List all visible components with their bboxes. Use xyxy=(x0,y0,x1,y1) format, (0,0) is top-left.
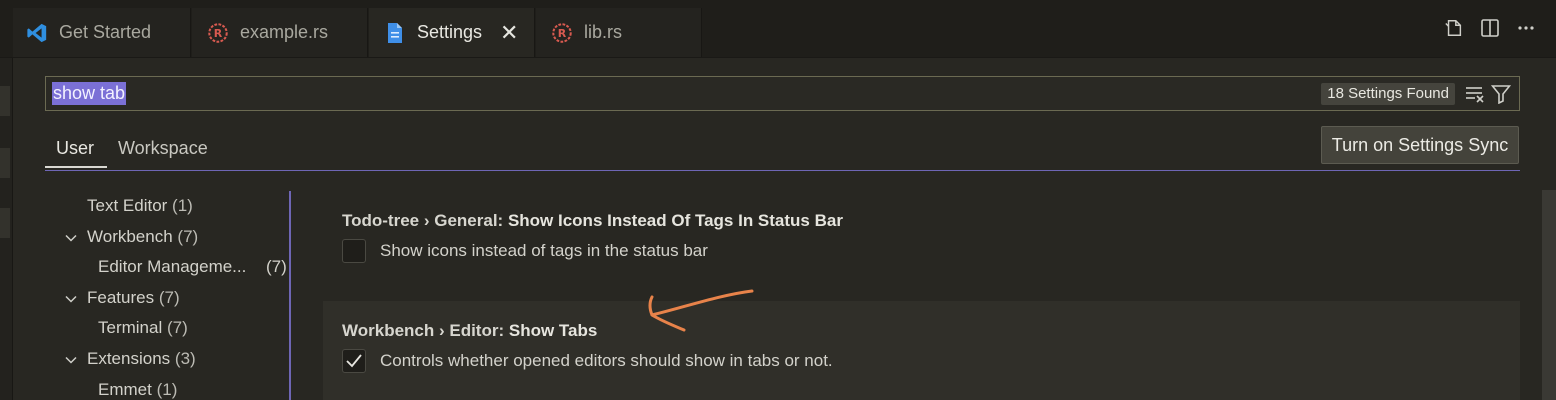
setting-description: Controls whether opened editors should s… xyxy=(380,351,833,370)
tab-lib-rs[interactable]: R lib.rs xyxy=(536,8,702,57)
tab-label: example.rs xyxy=(240,22,329,42)
chevron-down-icon[interactable] xyxy=(64,231,78,245)
checkmark-icon xyxy=(346,354,362,368)
toc-label: Text Editor xyxy=(87,196,168,215)
setting-category: Todo-tree › General: xyxy=(342,211,508,230)
turn-on-settings-sync-button[interactable]: Turn on Settings Sync xyxy=(1321,126,1519,164)
setting-description: Show icons instead of tags in the status… xyxy=(380,241,708,260)
toc-count: (7) xyxy=(166,318,188,337)
toc-item-extensions[interactable]: Extensions (3) xyxy=(87,349,196,369)
setting-category: Workbench › Editor: xyxy=(342,321,509,340)
toc-label: Features xyxy=(87,288,155,307)
toc-item-editor-management[interactable]: Editor Manageme... xyxy=(98,257,246,277)
tab-label: lib.rs xyxy=(584,22,623,42)
clear-filter-icon[interactable] xyxy=(1465,85,1485,108)
toc-count: (7) xyxy=(177,227,199,246)
annotation-arrow-icon xyxy=(648,289,754,332)
gutter-mark xyxy=(0,208,10,238)
toc-item-features[interactable]: Features (7) xyxy=(87,288,180,308)
setting-title-show-icons: Todo-tree › General: Show Icons Instead … xyxy=(342,211,843,231)
tab-workspace-settings[interactable]: Workspace xyxy=(118,138,208,159)
tab-label: Settings xyxy=(417,22,483,42)
vscode-logo-icon xyxy=(25,21,49,45)
toc-label: Extensions xyxy=(87,349,171,368)
results-count-badge: 18 Settings Found xyxy=(1321,83,1455,105)
toc-item-terminal[interactable]: Terminal (7) xyxy=(98,318,188,338)
setting-name: Show Icons Instead Of Tags In Status Bar xyxy=(507,211,843,230)
rust-file-icon: R xyxy=(206,21,230,45)
toc-item-emmet[interactable]: Emmet (1) xyxy=(98,380,177,400)
toc-count: (1) xyxy=(156,380,178,399)
editor-actions xyxy=(1444,18,1536,38)
show-icons-checkbox[interactable] xyxy=(342,239,366,263)
tab-label: Get Started xyxy=(59,22,152,42)
tab-settings[interactable]: Settings ✕ xyxy=(369,8,535,57)
svg-text:R: R xyxy=(214,27,223,40)
toc-label: Emmet xyxy=(98,380,152,399)
tab-example-rs[interactable]: R example.rs xyxy=(192,8,368,57)
settings-header-divider xyxy=(45,170,1520,171)
tab-get-started[interactable]: Get Started xyxy=(13,8,191,57)
filter-icon[interactable] xyxy=(1490,84,1512,109)
toc-item-workbench[interactable]: Workbench (7) xyxy=(87,227,198,247)
settings-file-icon xyxy=(383,21,407,45)
left-gutter xyxy=(0,0,13,400)
toc-label: Editor Manageme... xyxy=(98,257,247,276)
gutter-mark xyxy=(0,86,10,116)
more-actions-icon[interactable] xyxy=(1516,18,1536,38)
show-tabs-checkbox[interactable] xyxy=(342,349,366,373)
toc-item-text-editor[interactable]: Text Editor (1) xyxy=(87,196,193,216)
toc-count: (1) xyxy=(172,196,193,215)
chevron-down-icon[interactable] xyxy=(64,292,78,306)
toc-label: Terminal xyxy=(98,318,163,337)
tab-user-settings[interactable]: User xyxy=(56,138,94,159)
scrollbar[interactable] xyxy=(1542,190,1556,400)
active-scope-indicator xyxy=(45,166,107,168)
rust-file-icon: R xyxy=(550,21,574,45)
toc-count: (7) xyxy=(266,257,287,276)
search-query-text: show tab xyxy=(52,82,127,105)
settings-search-input[interactable]: show tab 18 Settings Found xyxy=(45,76,1520,111)
gutter-mark xyxy=(0,148,10,178)
split-editor-icon[interactable] xyxy=(1480,18,1500,38)
chevron-down-icon[interactable] xyxy=(64,353,78,367)
toc-count: (3) xyxy=(174,349,196,368)
setting-title-show-tabs: Workbench › Editor: Show Tabs xyxy=(342,321,597,341)
close-icon[interactable]: ✕ xyxy=(500,21,518,44)
toc-count: (7) xyxy=(158,288,180,307)
svg-text:R: R xyxy=(558,27,567,40)
setting-name: Show Tabs xyxy=(508,321,598,340)
toc-label: Workbench xyxy=(87,227,173,246)
open-settings-json-icon[interactable] xyxy=(1444,18,1464,38)
toc-active-indicator xyxy=(289,191,291,400)
